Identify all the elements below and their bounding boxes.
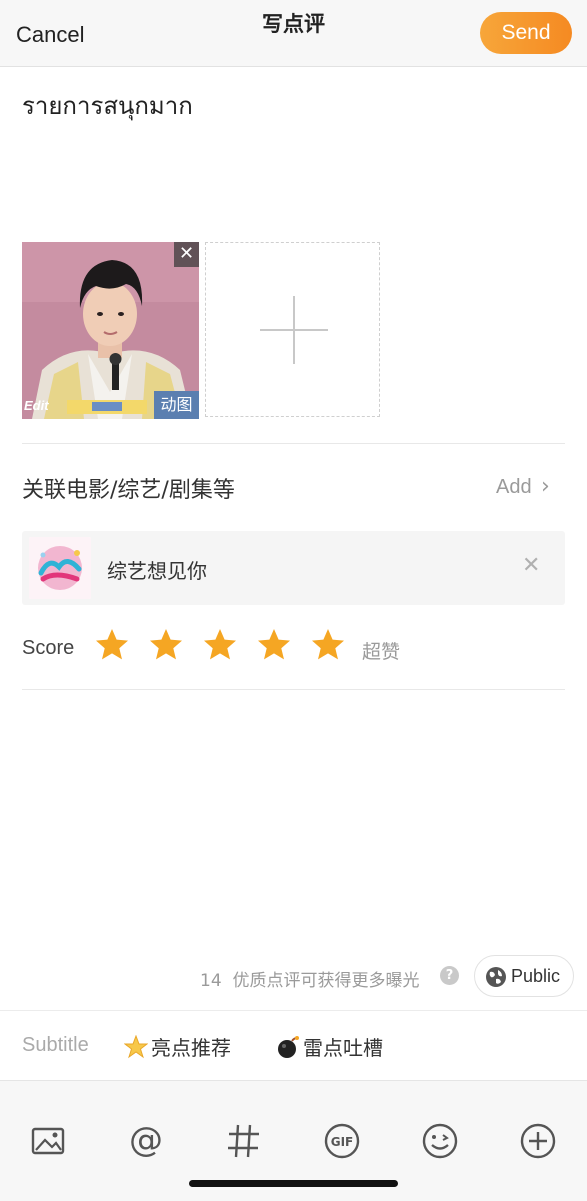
tag-label: 雷点吐槽 (303, 1036, 383, 1060)
divider (22, 689, 565, 690)
character-counter: 14 优质点评可获得更多曝光 (200, 966, 419, 991)
exposure-hint: 优质点评可获得更多曝光 (232, 971, 420, 991)
char-count: 14 (200, 971, 222, 991)
svg-text:GIF: GIF (331, 1135, 354, 1149)
remove-related-button[interactable]: ✕ (522, 553, 540, 578)
plus-circle-icon[interactable] (518, 1121, 558, 1161)
rating-star-icon[interactable] (148, 627, 184, 663)
hashtag-icon[interactable] (224, 1121, 264, 1161)
criticism-tag[interactable]: 雷点吐槽 (276, 1032, 383, 1061)
highlight-recommend-tag[interactable]: 亮点推荐 (124, 1032, 231, 1061)
visibility-button[interactable]: Public (474, 955, 574, 997)
plus-icon-vertical (293, 296, 295, 364)
remove-photo-button[interactable]: ✕ (174, 242, 199, 267)
subtitle-label: Subtitle (22, 1034, 89, 1056)
edit-photo-label[interactable]: Edit (24, 398, 49, 413)
related-add-button[interactable]: Add (496, 476, 532, 499)
chevron-right-icon[interactable]: › (541, 474, 550, 499)
add-photo-button[interactable] (205, 242, 380, 417)
divider (22, 443, 565, 444)
rating-star-icon[interactable] (256, 627, 292, 663)
show-logo-icon (29, 537, 91, 599)
at-mention-icon[interactable]: @ (126, 1121, 166, 1161)
gif-icon[interactable]: GIF (322, 1121, 362, 1161)
emoji-icon[interactable] (420, 1121, 460, 1161)
close-icon: ✕ (178, 243, 195, 264)
globe-icon (486, 967, 506, 987)
related-media-title: 综艺想见你 (107, 559, 207, 583)
tag-label: 亮点推荐 (151, 1036, 231, 1060)
rating-text: 超赞 (362, 641, 401, 663)
review-text-input[interactable]: รายการสนุกมาก (22, 86, 193, 125)
animated-gif-badge: 动图 (154, 391, 199, 419)
uploaded-photo-thumbnail[interactable]: Edit ✕ 动图 (22, 242, 199, 419)
svg-text:@: @ (129, 1121, 163, 1160)
related-media-card[interactable]: 综艺想见你 ✕ (22, 531, 565, 605)
rating-star-icon[interactable] (94, 627, 130, 663)
image-icon[interactable] (28, 1121, 68, 1161)
help-icon[interactable]: ? (440, 966, 459, 985)
rating-star-icon[interactable] (202, 627, 238, 663)
related-media-label: 关联电影/综艺/剧集等 (22, 478, 235, 503)
bomb-icon (278, 1036, 299, 1058)
visibility-label: Public (511, 966, 561, 986)
score-label: Score (22, 637, 75, 659)
send-button[interactable]: Send (480, 12, 572, 54)
show-cover-image (29, 537, 91, 599)
home-indicator (189, 1180, 398, 1187)
top-bar: Cancel 写点评 Send (0, 0, 587, 67)
subtitle-row: Subtitle 亮点推荐 雷点吐槽 (0, 1010, 587, 1081)
close-icon: ✕ (522, 553, 541, 578)
rating-star-icon[interactable] (310, 627, 346, 663)
star-sparkle-icon (124, 1035, 148, 1059)
